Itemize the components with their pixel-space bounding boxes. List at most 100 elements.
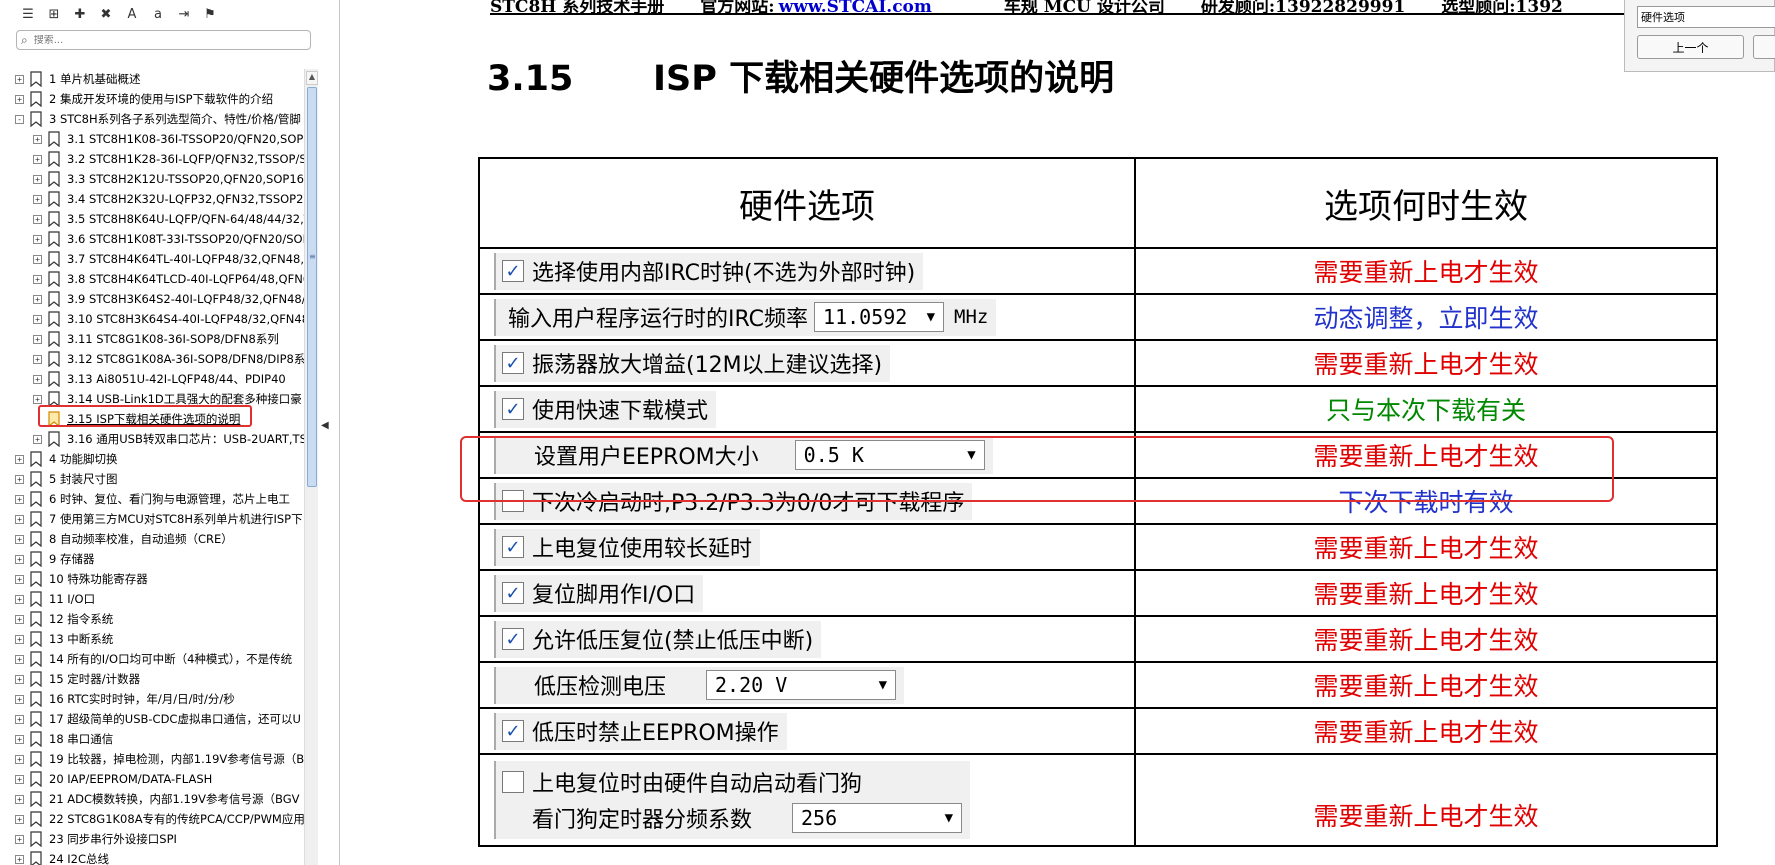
bookmark-item[interactable]: +17 超级简单的USB-CDC虚拟串口通信，还可以U: [0, 709, 304, 729]
bookmark-item[interactable]: +1 单片机基础概述: [0, 69, 304, 89]
expand-node-icon[interactable]: +: [33, 394, 42, 404]
bookmark-item[interactable]: +3.8 STC8H4K64TLCD-40I-LQFP64/48,QFN64,: [0, 269, 304, 289]
bookmark-item[interactable]: +2 集成开发环境的使用与ISP下载软件的介绍: [0, 89, 304, 109]
checkbox-unchecked[interactable]: [502, 771, 524, 793]
expand-node-icon[interactable]: +: [33, 354, 42, 364]
checkbox-checked[interactable]: ✓: [502, 398, 524, 420]
bookmark-item[interactable]: +3.5 STC8H8K64U-LQFP/QFN-64/48/44/32,TS: [0, 209, 304, 229]
bookmark-item[interactable]: +5 封装尺寸图: [0, 469, 304, 489]
expand-node-icon[interactable]: +: [15, 774, 24, 784]
bookmark-item[interactable]: +3.12 STC8G1K08A-36I-SOP8/DFN8/DIP8系列: [0, 349, 304, 369]
bookmark-item[interactable]: +13 中断系统: [0, 629, 304, 649]
expand-node-icon[interactable]: +: [33, 374, 42, 384]
expand-node-icon[interactable]: +: [15, 494, 24, 504]
bookmark-item[interactable]: +8 自动频率校准，自动追频（CRE）: [0, 529, 304, 549]
bookmark-item[interactable]: +23 同步串行外设接口SPI: [0, 829, 304, 849]
find-previous-button[interactable]: 上一个: [1637, 35, 1744, 59]
find-next-button[interactable]: [1753, 35, 1775, 59]
font-smaller-icon[interactable]: a: [148, 4, 168, 24]
bookmark-item[interactable]: +3.1 STC8H1K08-36I-TSSOP20/QFN20,SOP20/: [0, 129, 304, 149]
expand-node-icon[interactable]: +: [15, 94, 24, 104]
expand-node-icon[interactable]: +: [33, 234, 42, 244]
bookmark-search-input[interactable]: [33, 34, 284, 46]
expand-node-icon[interactable]: +: [15, 654, 24, 664]
bookmark-item[interactable]: +12 指令系统: [0, 609, 304, 629]
expand-icon[interactable]: ⊞: [44, 4, 64, 24]
bookmark-item[interactable]: +10 特殊功能寄存器: [0, 569, 304, 589]
expand-node-icon[interactable]: +: [15, 674, 24, 684]
bookmark-item[interactable]: +3.3 STC8H2K12U-TSSOP20,QFN20,SOP16,SC: [0, 169, 304, 189]
expand-node-icon[interactable]: +: [15, 854, 24, 864]
bookmark-next-icon[interactable]: ⇥: [174, 4, 194, 24]
expand-node-icon[interactable]: +: [15, 734, 24, 744]
bookmark-item[interactable]: +3.4 STC8H2K32U-LQFP32,QFN32,TSSOP28/2: [0, 189, 304, 209]
expand-node-icon[interactable]: +: [33, 274, 42, 284]
expand-node-icon[interactable]: +: [15, 794, 24, 804]
bookmark-item[interactable]: +3.2 STC8H1K28-36I-LQFP/QFN32,TSSOP/SO: [0, 149, 304, 169]
checkbox-checked[interactable]: ✓: [502, 582, 524, 604]
expand-node-icon[interactable]: +: [15, 514, 24, 524]
expand-node-icon[interactable]: +: [33, 254, 42, 264]
bookmark-item[interactable]: +3.10 STC8H3K64S4-40I-LQFP48/32,QFN48/3: [0, 309, 304, 329]
find-input[interactable]: [1637, 6, 1775, 28]
bookmark-item[interactable]: +6 时钟、复位、看门狗与电源管理，芯片上电工: [0, 489, 304, 509]
expand-node-icon[interactable]: +: [33, 174, 42, 184]
expand-node-icon[interactable]: +: [15, 474, 24, 484]
expand-node-icon[interactable]: +: [15, 74, 24, 84]
bookmark-item[interactable]: +22 STC8G1K08A专有的传统PCA/CCP/PWM应用: [0, 809, 304, 829]
scroll-thumb[interactable]: ≡: [307, 87, 317, 487]
bookmark-item[interactable]: +3.9 STC8H3K64S2-40I-LQFP48/32,QFN48/32,: [0, 289, 304, 309]
expand-node-icon[interactable]: +: [33, 434, 42, 444]
bookmark-item[interactable]: +14 所有的I/O口均可中断（4种模式），不是传统: [0, 649, 304, 669]
bookmark-item[interactable]: +18 串口通信: [0, 729, 304, 749]
bookmark-search[interactable]: ⌕: [16, 30, 311, 50]
bookmark-item[interactable]: - 3 STC8H系列各子系列选型简介、特性/价格/管脚: [0, 109, 304, 129]
expand-node-icon[interactable]: +: [15, 534, 24, 544]
bookmark-item[interactable]: +15 定时器/计数器: [0, 669, 304, 689]
option-dropdown[interactable]: 11.0592 ▼: [814, 302, 945, 332]
expand-node-icon[interactable]: +: [15, 554, 24, 564]
bookmark-item[interactable]: +3.7 STC8H4K64TL-40I-LQFP48/32,QFN48,TS: [0, 249, 304, 269]
expand-node-icon[interactable]: +: [33, 294, 42, 304]
expand-node-icon[interactable]: +: [15, 634, 24, 644]
expand-node-icon[interactable]: +: [33, 134, 42, 144]
checkbox-checked[interactable]: ✓: [502, 260, 524, 282]
checkbox-checked[interactable]: ✓: [502, 720, 524, 742]
bookmark-scrollbar[interactable]: ▲ ≡: [304, 69, 318, 865]
expand-node-icon[interactable]: +: [15, 614, 24, 624]
expand-node-icon[interactable]: +: [33, 314, 42, 324]
checkbox-checked[interactable]: ✓: [502, 628, 524, 650]
option-dropdown[interactable]: 256 ▼: [792, 803, 963, 833]
bookmark-item[interactable]: +9 存储器: [0, 549, 304, 569]
option-dropdown[interactable]: 2.20 V ▼: [706, 670, 897, 700]
expand-node-icon[interactable]: +: [33, 154, 42, 164]
collapse-panel-icon[interactable]: ◀: [321, 420, 329, 431]
collapse-node-icon[interactable]: -: [15, 114, 24, 124]
font-larger-icon[interactable]: A: [122, 4, 142, 24]
expand-node-icon[interactable]: +: [33, 334, 42, 344]
expand-node-icon[interactable]: +: [15, 714, 24, 724]
bookmark-item[interactable]: +20 IAP/EEPROM/DATA-FLASH: [0, 769, 304, 789]
bookmark-goto-icon[interactable]: ⚑: [200, 4, 220, 24]
expand-node-icon[interactable]: +: [15, 834, 24, 844]
new-bookmark-icon[interactable]: ✚: [70, 4, 90, 24]
expand-node-icon[interactable]: +: [15, 574, 24, 584]
bookmark-item[interactable]: +3.6 STC8H1K08T-33I-TSSOP20/QFN20/SOP1: [0, 229, 304, 249]
expand-node-icon[interactable]: +: [15, 454, 24, 464]
bookmark-item[interactable]: +3.11 STC8G1K08-36I-SOP8/DFN8系列: [0, 329, 304, 349]
expand-node-icon[interactable]: +: [15, 594, 24, 604]
bookmark-item[interactable]: +3.16 通用USB转双串口芯片：USB-2UART,TS: [0, 429, 304, 449]
bookmark-item[interactable]: +3.13 Ai8051U-42I-LQFP48/44、PDIP40: [0, 369, 304, 389]
bookmark-item[interactable]: +11 I/O口: [0, 589, 304, 609]
bookmark-item[interactable]: +4 功能脚切换: [0, 449, 304, 469]
expand-node-icon[interactable]: +: [15, 694, 24, 704]
bookmark-item[interactable]: +7 使用第三方MCU对STC8H系列单片机进行ISP下: [0, 509, 304, 529]
bookmark-item[interactable]: +19 比较器，掉电检测，内部1.19V参考信号源（B: [0, 749, 304, 769]
expand-node-icon[interactable]: +: [15, 754, 24, 764]
expand-node-icon[interactable]: +: [33, 214, 42, 224]
checkbox-checked[interactable]: ✓: [502, 536, 524, 558]
expand-node-icon[interactable]: +: [33, 194, 42, 204]
bookmark-list-icon[interactable]: ☰: [18, 4, 38, 24]
bookmark-item[interactable]: +21 ADC模数转换，内部1.19V参考信号源（BGV: [0, 789, 304, 809]
bookmark-item[interactable]: +16 RTC实时时钟，年/月/日/时/分/秒: [0, 689, 304, 709]
